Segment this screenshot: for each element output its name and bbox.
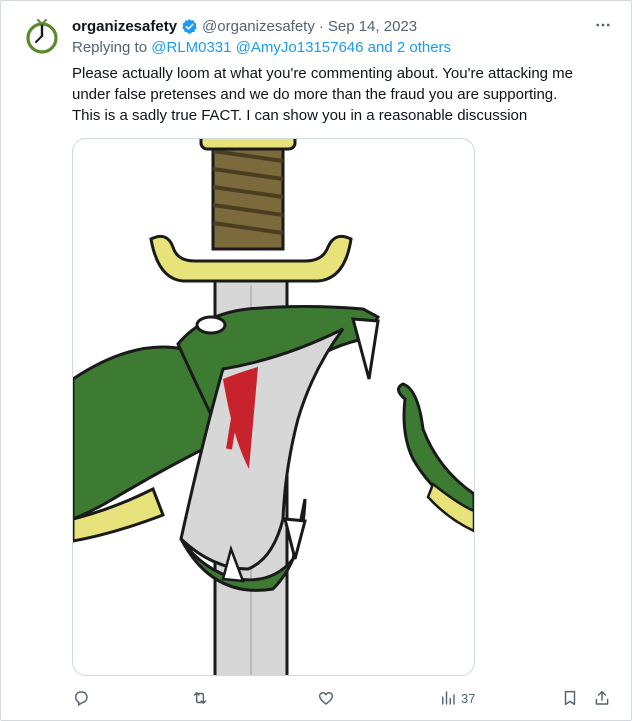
display-name[interactable]: organizesafety [72,18,177,35]
share-button[interactable] [593,685,611,711]
like-button[interactable] [317,685,335,711]
like-icon [318,692,334,705]
replying-to: Replying to @RLM0331 @AmyJo13157646 and … [72,39,451,56]
handle[interactable]: @organizesafety [202,18,315,35]
replying-prefix: Replying to [72,39,148,56]
views-icon [442,691,455,705]
views-count: 37 [461,690,476,706]
bookmark-icon [564,690,576,706]
reply-icon [75,691,88,706]
organizesafety-logo [26,19,58,54]
verified-badge-icon [181,18,198,35]
mention-others[interactable]: and 2 others [368,39,451,56]
reply-button[interactable] [72,685,90,711]
tweet-card: organizesafety @organizesafety · Sep 14,… [0,0,632,721]
action-bar: 37 [1,685,632,711]
share-icon [595,690,609,705]
tweet-image[interactable] [72,138,475,676]
views-button[interactable]: 37 [439,685,475,711]
tweet-text: Please actually loom at what you're comm… [72,65,574,124]
retweet-icon [193,692,207,704]
snake-and-sword-image [73,139,474,675]
mention-amyjo[interactable]: @AmyJo13157646 [236,39,364,56]
avatar[interactable] [22,16,62,56]
mention-rlm0331[interactable]: @RLM0331 [151,39,231,56]
more-icon[interactable] [589,13,617,37]
retweet-button[interactable] [191,685,209,711]
separator: · [318,17,324,35]
bookmark-button[interactable] [561,685,579,711]
tweet-header: organizesafety @organizesafety · Sep 14,… [72,16,417,36]
tweet-date[interactable]: Sep 14, 2023 [328,18,417,35]
